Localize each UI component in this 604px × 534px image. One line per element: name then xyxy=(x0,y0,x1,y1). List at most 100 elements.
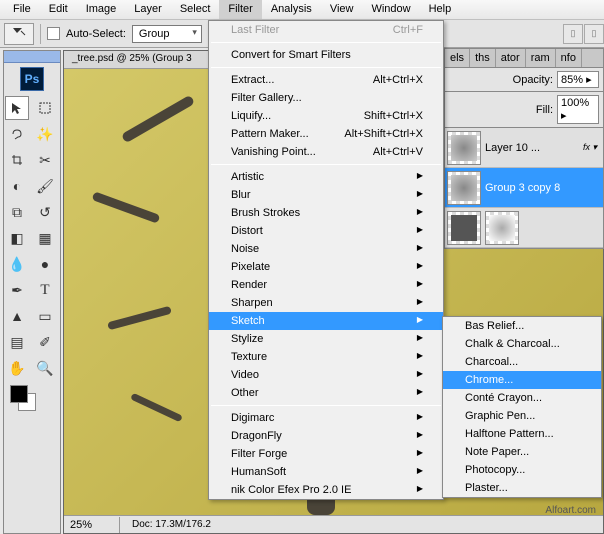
healing-brush-tool[interactable]: ◐ xyxy=(5,174,29,198)
eyedropper-tool[interactable]: ✐ xyxy=(33,330,57,354)
layers-panel: Layer 10 ...fx ▾Group 3 copy 8 xyxy=(444,128,604,249)
menu-item-digimarc[interactable]: Digimarc▶ xyxy=(209,409,443,427)
menu-item-artistic[interactable]: Artistic▶ xyxy=(209,168,443,186)
dodge-tool[interactable]: ● xyxy=(33,252,57,276)
panel-tab[interactable]: els xyxy=(445,49,470,67)
menubar: FileEditImageLayerSelectFilterAnalysisVi… xyxy=(0,0,604,20)
right-panels: elsthsatorramnfo Opacity: 85% ▸ Fill: 10… xyxy=(444,48,604,249)
menu-item-video[interactable]: Video▶ xyxy=(209,366,443,384)
menu-edit[interactable]: Edit xyxy=(40,0,77,19)
submenu-item-chalk-charcoal-[interactable]: Chalk & Charcoal... xyxy=(443,335,601,353)
submenu-item-charcoal-[interactable]: Charcoal... xyxy=(443,353,601,371)
brush-tool[interactable]: 🖌 xyxy=(33,174,57,198)
menu-item-humansoft[interactable]: HumanSoft▶ xyxy=(209,463,443,481)
eraser-tool[interactable]: ◧ xyxy=(5,226,29,250)
menu-layer[interactable]: Layer xyxy=(125,0,171,19)
submenu-item-chrome-[interactable]: Chrome... xyxy=(443,371,601,389)
gradient-tool[interactable]: ▦ xyxy=(33,226,57,250)
menu-item-dragonfly[interactable]: DragonFly▶ xyxy=(209,427,443,445)
auto-select-checkbox[interactable] xyxy=(47,27,60,40)
layer-row[interactable] xyxy=(445,208,603,248)
submenu-item-bas-relief-[interactable]: Bas Relief... xyxy=(443,317,601,335)
path-selection-tool[interactable]: ▲ xyxy=(5,304,29,328)
auto-select-dropdown[interactable]: Group xyxy=(132,25,202,43)
menu-item-filter-gallery-[interactable]: Filter Gallery... xyxy=(209,89,443,107)
history-brush-tool[interactable]: ↺ xyxy=(33,200,57,224)
menu-item-filter-forge[interactable]: Filter Forge▶ xyxy=(209,445,443,463)
menu-file[interactable]: File xyxy=(4,0,40,19)
menu-item-texture[interactable]: Texture▶ xyxy=(209,348,443,366)
menu-item-stylize[interactable]: Stylize▶ xyxy=(209,330,443,348)
panel-tab[interactable]: nfo xyxy=(556,49,582,67)
menu-item-vanishing-point-[interactable]: Vanishing Point...Alt+Ctrl+V xyxy=(209,143,443,161)
panel-tab[interactable]: ram xyxy=(526,49,556,67)
menu-item-convert-for-smart-filters[interactable]: Convert for Smart Filters xyxy=(209,46,443,64)
palette-drag-bar[interactable] xyxy=(4,51,60,63)
fill-label: Fill: xyxy=(536,104,553,116)
crop-tool[interactable] xyxy=(5,148,29,172)
layer-thumbnail[interactable] xyxy=(447,171,481,205)
submenu-item-photocopy-[interactable]: Photocopy... xyxy=(443,461,601,479)
status-bar: 25% Doc: 17.3M/176.2 xyxy=(64,515,603,533)
hand-tool[interactable]: ✋ xyxy=(5,356,29,380)
opacity-field[interactable]: 85% ▸ xyxy=(557,71,599,88)
menu-item-pixelate[interactable]: Pixelate▶ xyxy=(209,258,443,276)
submenu-item-cont-crayon-[interactable]: Conté Crayon... xyxy=(443,389,601,407)
menu-select[interactable]: Select xyxy=(171,0,220,19)
submenu-item-graphic-pen-[interactable]: Graphic Pen... xyxy=(443,407,601,425)
magic-wand-tool[interactable]: ✨ xyxy=(33,122,57,146)
menu-item-distort[interactable]: Distort▶ xyxy=(209,222,443,240)
fill-field[interactable]: 100% ▸ xyxy=(557,95,599,124)
menu-item-sketch[interactable]: Sketch▶ xyxy=(209,312,443,330)
menu-item-nik-color-efex-pro-2-0-ie[interactable]: nik Color Efex Pro 2.0 IE▶ xyxy=(209,481,443,499)
menu-image[interactable]: Image xyxy=(77,0,126,19)
menu-item-pattern-maker-[interactable]: Pattern Maker...Alt+Shift+Ctrl+X xyxy=(209,125,443,143)
layer-thumbnail[interactable] xyxy=(447,131,481,165)
submenu-item-halftone-pattern-[interactable]: Halftone Pattern... xyxy=(443,425,601,443)
shape-tool[interactable]: ▭ xyxy=(33,304,57,328)
menu-item-liquify-[interactable]: Liquify...Shift+Ctrl+X xyxy=(209,107,443,125)
menu-item-extract-[interactable]: Extract...Alt+Ctrl+X xyxy=(209,71,443,89)
submenu-item-plaster-[interactable]: Plaster... xyxy=(443,479,601,497)
foreground-color[interactable] xyxy=(10,385,28,403)
move-tool[interactable] xyxy=(5,96,29,120)
menu-window[interactable]: Window xyxy=(362,0,419,19)
clone-stamp-tool[interactable]: ⧉ xyxy=(5,200,29,224)
panel-tab[interactable]: ator xyxy=(496,49,526,67)
menu-item-render[interactable]: Render▶ xyxy=(209,276,443,294)
align-btn[interactable]: ▯ xyxy=(584,24,604,44)
submenu-item-note-paper-[interactable]: Note Paper... xyxy=(443,443,601,461)
layer-row[interactable]: Layer 10 ...fx ▾ xyxy=(445,128,603,168)
pen-tool[interactable]: ✒ xyxy=(5,278,29,302)
menu-filter[interactable]: Filter xyxy=(219,0,261,19)
menu-item-last-filter: Last FilterCtrl+F xyxy=(209,21,443,39)
sketch-submenu: Bas Relief...Chalk & Charcoal...Charcoal… xyxy=(442,316,602,498)
marquee-tool[interactable] xyxy=(33,96,57,120)
menu-item-noise[interactable]: Noise▶ xyxy=(209,240,443,258)
lasso-tool[interactable] xyxy=(5,122,29,146)
zoom-tool[interactable]: 🔍 xyxy=(33,356,57,380)
menu-item-brush-strokes[interactable]: Brush Strokes▶ xyxy=(209,204,443,222)
photoshop-logo-icon: Ps xyxy=(20,67,44,91)
menu-item-other[interactable]: Other▶ xyxy=(209,384,443,402)
menu-item-sharpen[interactable]: Sharpen▶ xyxy=(209,294,443,312)
layer-thumbnail[interactable] xyxy=(447,211,481,245)
layer-row[interactable]: Group 3 copy 8 xyxy=(445,168,603,208)
layer-thumbnail[interactable] xyxy=(485,211,519,245)
filter-menu: Last FilterCtrl+F Convert for Smart Filte… xyxy=(208,20,444,500)
align-btn[interactable]: ▯ xyxy=(563,24,583,44)
blur-tool[interactable]: 💧 xyxy=(5,252,29,276)
menu-help[interactable]: Help xyxy=(420,0,461,19)
tool-preset-picker[interactable] xyxy=(4,23,34,45)
slice-tool[interactable]: ✂ xyxy=(33,148,57,172)
zoom-level-field[interactable]: 25% xyxy=(64,517,120,533)
notes-tool[interactable]: ▤ xyxy=(5,330,29,354)
menu-item-blur[interactable]: Blur▶ xyxy=(209,186,443,204)
panel-tab[interactable]: ths xyxy=(470,49,496,67)
menu-analysis[interactable]: Analysis xyxy=(262,0,321,19)
color-swatches[interactable] xyxy=(4,381,60,417)
watermark: Alfoart.com xyxy=(545,505,596,516)
menu-view[interactable]: View xyxy=(321,0,363,19)
fx-indicator[interactable]: fx ▾ xyxy=(583,142,601,153)
type-tool[interactable]: T xyxy=(33,278,57,302)
